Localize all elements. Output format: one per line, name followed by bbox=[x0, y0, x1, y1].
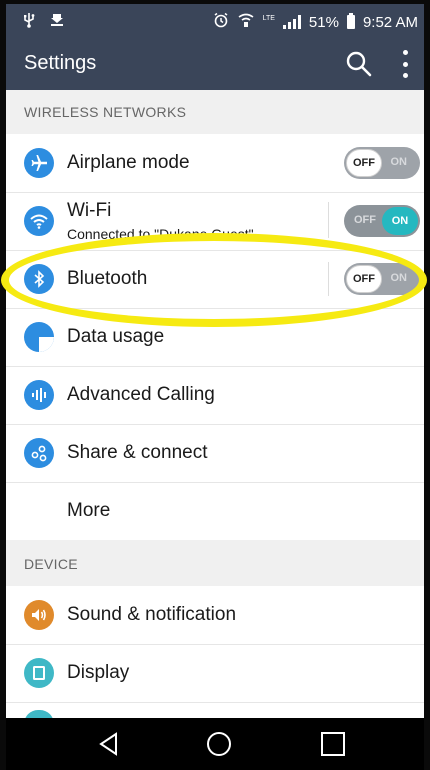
search-icon[interactable] bbox=[344, 49, 374, 79]
divider bbox=[328, 202, 329, 238]
toggle-inactive-label: ON bbox=[390, 156, 408, 168]
data-usage-label: Data usage bbox=[67, 326, 165, 347]
advanced-calling-icon bbox=[24, 380, 54, 410]
network-type: LTE bbox=[262, 14, 275, 22]
home-icon[interactable] bbox=[206, 731, 232, 757]
recents-icon[interactable] bbox=[320, 731, 346, 757]
toggle-knob: OFF bbox=[346, 149, 382, 177]
page-title: Settings bbox=[24, 52, 97, 74]
toggle-inactive-label: OFF bbox=[354, 214, 376, 226]
display-icon bbox=[24, 658, 54, 688]
settings-row-bluetooth[interactable]: Bluetooth OFF ON bbox=[6, 250, 424, 309]
battery-percent: 51% bbox=[308, 13, 339, 31]
section-header-device: DEVICE bbox=[6, 540, 424, 586]
app-bar: Settings bbox=[6, 38, 424, 90]
divider bbox=[328, 262, 329, 296]
display-label: Display bbox=[67, 662, 130, 683]
share-icon bbox=[24, 438, 54, 468]
airplane-icon bbox=[24, 148, 54, 178]
battery-icon bbox=[346, 13, 355, 29]
toggle-knob: ON bbox=[382, 207, 418, 235]
airplane-mode-label: Airplane mode bbox=[67, 152, 190, 173]
wifi-call-icon bbox=[237, 12, 255, 32]
bluetooth-icon bbox=[24, 264, 54, 294]
wifi-label: Wi-Fi bbox=[67, 200, 112, 221]
screen: LTE 51% 9:52 AM Settings WIRELESS NETWOR… bbox=[6, 4, 424, 770]
signal-icon bbox=[282, 15, 301, 29]
settings-row-sound-notification[interactable]: Sound & notification bbox=[6, 586, 424, 645]
clock: 9:52 AM bbox=[362, 13, 418, 31]
settings-row-airplane-mode[interactable]: Airplane mode OFF ON bbox=[6, 134, 424, 193]
share-connect-label: Share & connect bbox=[67, 442, 208, 463]
toggle-inactive-label: ON bbox=[390, 272, 408, 284]
status-bar: LTE 51% 9:52 AM bbox=[6, 4, 424, 38]
wifi-icon bbox=[24, 206, 54, 236]
settings-row-display[interactable]: Display bbox=[6, 644, 424, 703]
settings-row-more[interactable]: More bbox=[6, 482, 424, 540]
section-title-device: DEVICE bbox=[24, 556, 78, 572]
back-icon[interactable] bbox=[96, 731, 122, 757]
usb-icon bbox=[22, 12, 36, 32]
alarm-icon bbox=[213, 12, 229, 32]
settings-row-data-usage[interactable]: Data usage bbox=[6, 308, 424, 367]
more-label: More bbox=[67, 500, 111, 521]
overflow-menu-icon[interactable] bbox=[398, 50, 412, 78]
section-header-wireless: WIRELESS NETWORKS bbox=[6, 90, 424, 134]
settings-row-share-connect[interactable]: Share & connect bbox=[6, 424, 424, 483]
advanced-calling-label: Advanced Calling bbox=[67, 384, 215, 405]
settings-row-wifi[interactable]: Wi-Fi Connected to "Dukane Guest" OFF ON bbox=[6, 192, 424, 251]
bluetooth-toggle[interactable]: OFF ON bbox=[344, 263, 420, 295]
phone-frame-right bbox=[424, 0, 430, 770]
toggle-knob: OFF bbox=[346, 265, 382, 293]
sound-icon bbox=[24, 600, 54, 630]
data-usage-icon bbox=[24, 322, 54, 352]
section-title-wireless: WIRELESS NETWORKS bbox=[24, 104, 187, 120]
bluetooth-label: Bluetooth bbox=[67, 268, 148, 289]
wifi-status: Connected to "Dukane Guest" bbox=[67, 226, 254, 242]
wifi-toggle[interactable]: OFF ON bbox=[344, 205, 420, 237]
navigation-bar bbox=[6, 718, 424, 770]
settings-row-advanced-calling[interactable]: Advanced Calling bbox=[6, 366, 424, 425]
download-icon bbox=[50, 12, 64, 32]
sound-notification-label: Sound & notification bbox=[67, 604, 237, 625]
airplane-mode-toggle[interactable]: OFF ON bbox=[344, 147, 420, 179]
